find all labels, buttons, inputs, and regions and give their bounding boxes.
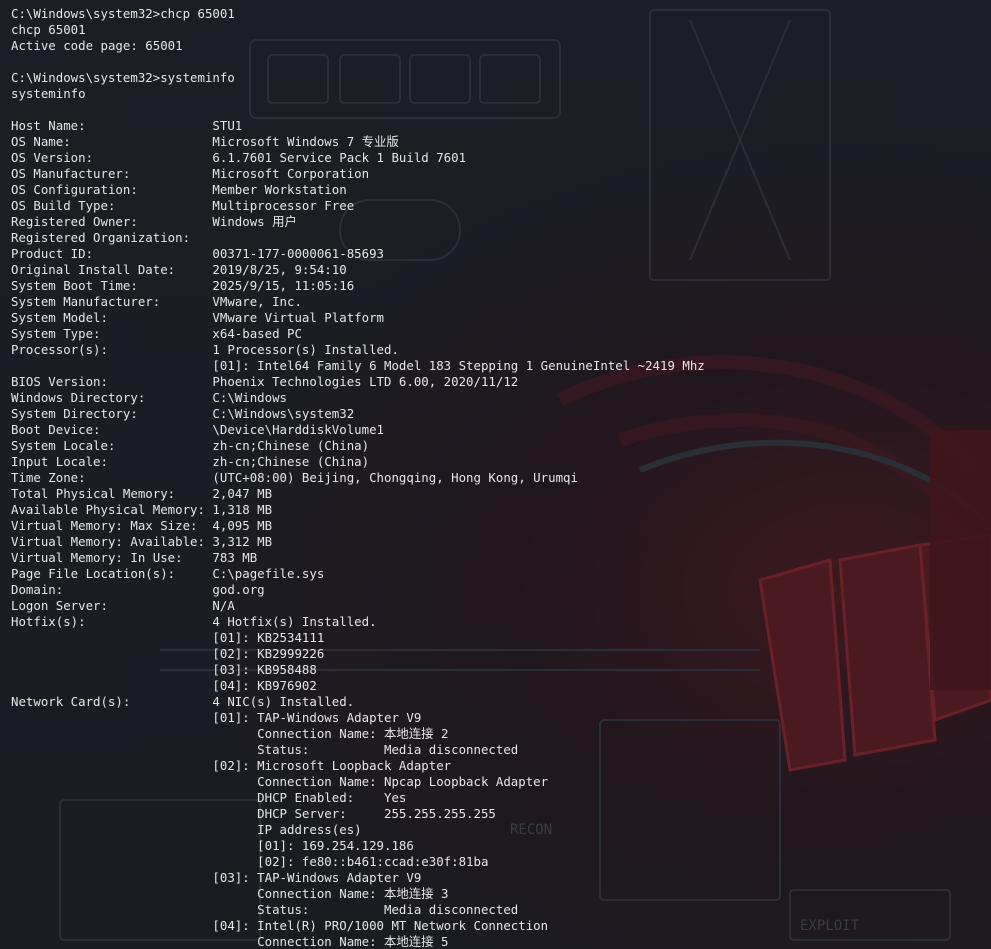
terminal-line: OS Manufacturer: Microsoft Corporation [11,166,370,181]
terminal-line: [04]: KB976902 [11,678,317,693]
terminal-line: Network Card(s): 4 NIC(s) Installed. [11,694,355,709]
terminal-line: C:\Windows\system32>systeminfo [11,70,235,85]
terminal-window[interactable]: RECON EXPLOIT C:\Windows\system32>chcp 6… [0,0,991,949]
terminal-line: BIOS Version: Phoenix Technologies LTD 6… [11,374,519,389]
terminal-line: Hotfix(s): 4 Hotfix(s) Installed. [11,614,377,629]
terminal-line: Connection Name: 本地连接 5 [11,934,449,949]
terminal-line: Registered Owner: Windows 用户 [11,214,297,229]
terminal-line: OS Version: 6.1.7601 Service Pack 1 Buil… [11,150,467,165]
terminal-output[interactable]: C:\Windows\system32>chcp 65001 chcp 65001… [11,6,705,949]
terminal-line: Host Name: STU1 [11,118,243,133]
terminal-line: OS Build Type: Multiprocessor Free [11,198,355,213]
terminal-line: System Type: x64-based PC [11,326,302,341]
terminal-line: Boot Device: \Device\HarddiskVolume1 [11,422,384,437]
terminal-line: System Model: VMware Virtual Platform [11,310,384,325]
terminal-line: Available Physical Memory: 1,318 MB [11,502,273,517]
terminal-line: Status: Media disconnected [11,742,519,757]
terminal-line: Virtual Memory: In Use: 783 MB [11,550,258,565]
terminal-line: [01]: Intel64 Family 6 Model 183 Steppin… [11,358,705,373]
terminal-line: [01]: KB2534111 [11,630,325,645]
terminal-line: Virtual Memory: Available: 3,312 MB [11,534,273,549]
terminal-line: Connection Name: 本地连接 2 [11,726,449,741]
terminal-line: Time Zone: (UTC+08:00) Beijing, Chongqin… [11,470,578,485]
terminal-line: OS Configuration: Member Workstation [11,182,347,197]
terminal-line: systeminfo [11,86,86,101]
terminal-line: [03]: TAP-Windows Adapter V9 [11,870,422,885]
terminal-line: [03]: KB958488 [11,662,317,677]
terminal-line: [04]: Intel(R) PRO/1000 MT Network Conne… [11,918,549,933]
terminal-line: Connection Name: Npcap Loopback Adapter [11,774,549,789]
terminal-line: Page File Location(s): C:\pagefile.sys [11,566,325,581]
terminal-line: Active code page: 65001 [11,38,183,53]
terminal-line: Total Physical Memory: 2,047 MB [11,486,273,501]
kali-logo-letters [758,533,991,772]
terminal-line: System Locale: zh-cn;Chinese (China) [11,438,370,453]
terminal-line: DHCP Enabled: Yes [11,790,407,805]
terminal-line: Registered Organization: [11,230,191,245]
terminal-line: IP address(es) [11,822,362,837]
terminal-line: OS Name: Microsoft Windows 7 专业版 [11,134,399,149]
terminal-line: Virtual Memory: Max Size: 4,095 MB [11,518,273,533]
terminal-line: [02]: Microsoft Loopback Adapter [11,758,452,773]
terminal-line: [01]: 169.254.129.186 [11,838,414,853]
terminal-line: System Manufacturer: VMware, Inc. [11,294,302,309]
terminal-line: System Directory: C:\Windows\system32 [11,406,355,421]
terminal-line: DHCP Server: 255.255.255.255 [11,806,496,821]
terminal-line: [01]: TAP-Windows Adapter V9 [11,710,422,725]
terminal-line: Processor(s): 1 Processor(s) Installed. [11,342,399,357]
terminal-line: Original Install Date: 2019/8/25, 9:54:1… [11,262,347,277]
terminal-line: Status: Media disconnected [11,902,519,917]
terminal-line: Domain: god.org [11,582,265,597]
terminal-line: [02]: KB2999226 [11,646,325,661]
terminal-line: chcp 65001 [11,22,86,37]
wallpaper-label-exploit: EXPLOIT [800,918,860,934]
terminal-line: [02]: fe80::b461:ccad:e30f:81ba [11,854,489,869]
terminal-line: System Boot Time: 2025/9/15, 11:05:16 [11,278,355,293]
terminal-line: Windows Directory: C:\Windows [11,390,288,405]
terminal-line: Input Locale: zh-cn;Chinese (China) [11,454,370,469]
terminal-line: Logon Server: N/A [11,598,235,613]
terminal-line: Connection Name: 本地连接 3 [11,886,449,901]
terminal-line: Product ID: 00371-177-0000061-85693 [11,246,384,261]
terminal-line: C:\Windows\system32>chcp 65001 [11,6,235,21]
